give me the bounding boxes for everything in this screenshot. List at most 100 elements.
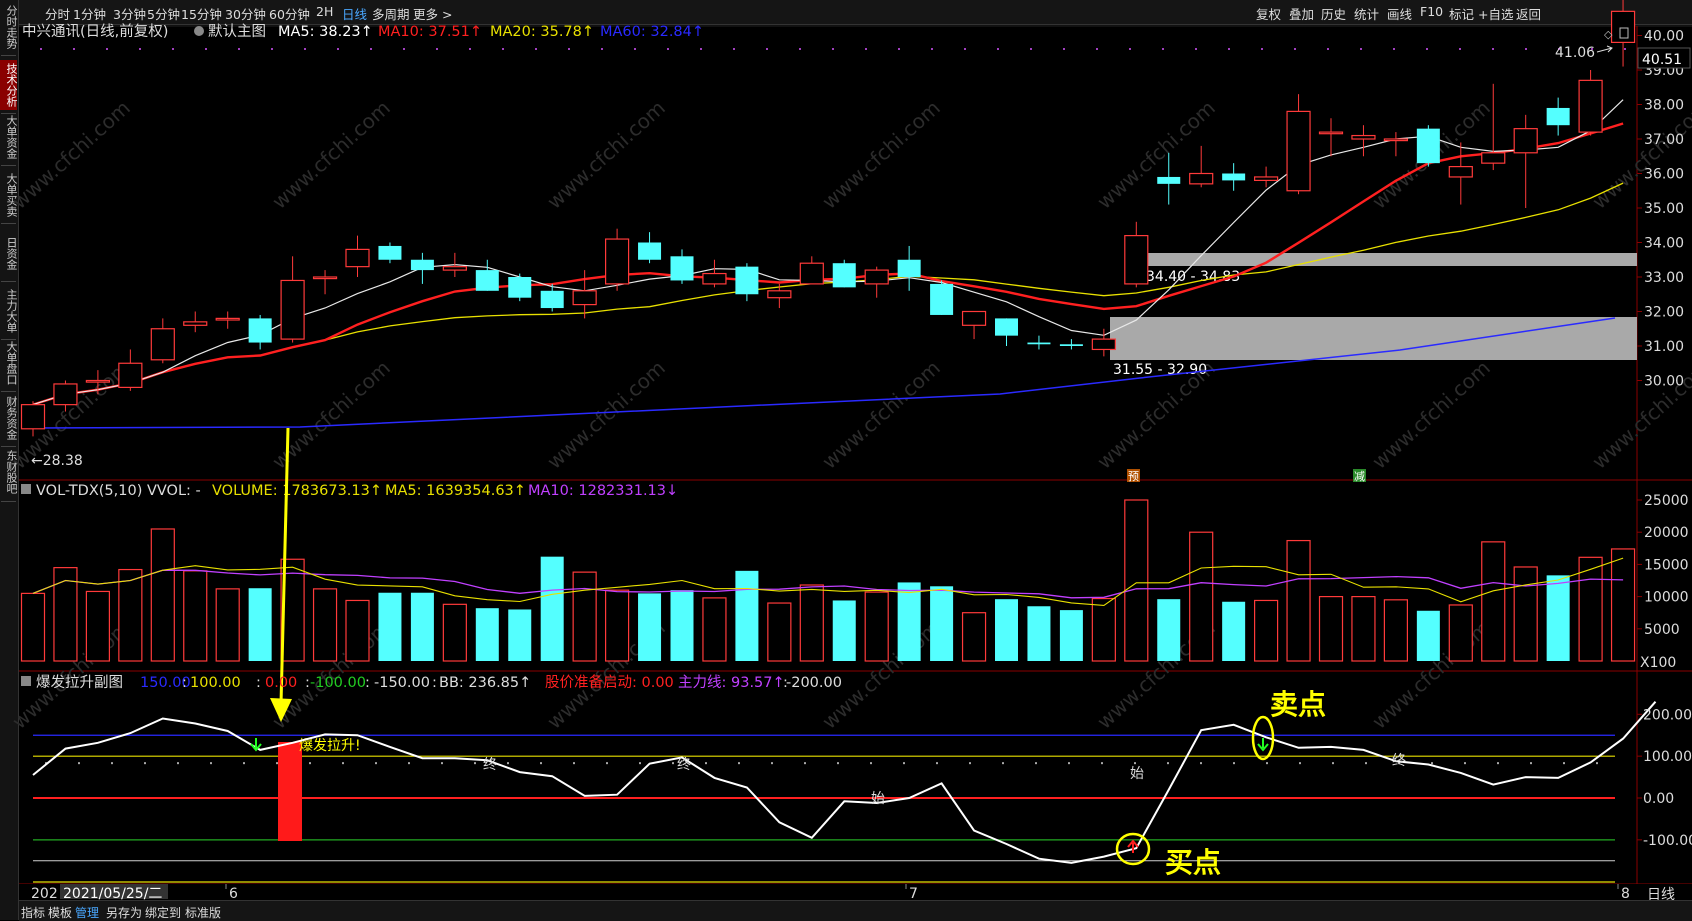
indicator-header-level_0: 0.00 xyxy=(265,675,297,691)
grid-dot xyxy=(964,48,966,50)
grid-dot xyxy=(601,48,603,50)
candle-body-up xyxy=(1318,131,1344,135)
indicator-header-sep: : xyxy=(432,675,437,691)
grid-dot xyxy=(304,48,306,50)
grid-dot xyxy=(1261,48,1263,50)
volume-bar-up xyxy=(442,603,467,662)
grid-dot xyxy=(1426,48,1428,50)
candle-body-down xyxy=(508,277,532,298)
indicator-header-sep: : xyxy=(305,675,310,691)
volume-bar-up xyxy=(604,589,630,662)
indicator-marker-3: 始 xyxy=(1130,766,1144,782)
grid-dot xyxy=(1030,48,1032,50)
grid-dot xyxy=(568,48,570,50)
volume-bar-down xyxy=(897,582,921,661)
price-tick-label: 31.00 xyxy=(1644,339,1684,355)
volume-bar-up xyxy=(1513,566,1538,662)
bottom-item-4[interactable]: 绑定到 xyxy=(145,904,181,921)
grid-dot xyxy=(865,48,867,50)
low-price-label: ←28.38 xyxy=(31,453,83,469)
candle-body-up xyxy=(1253,176,1279,181)
candle-body-up xyxy=(864,269,889,285)
volume-tick-label: 15000 xyxy=(1644,557,1689,573)
indicator-dot xyxy=(177,762,179,765)
candle-body-up xyxy=(183,321,208,326)
grid-dot xyxy=(436,48,438,50)
volume-bar-down xyxy=(1546,575,1570,661)
candle-body-down xyxy=(1157,176,1181,184)
candle-body-up xyxy=(1578,79,1603,133)
grid-dot xyxy=(931,48,933,50)
candle-body-down xyxy=(638,242,662,260)
volume-bar-up xyxy=(1481,541,1506,662)
indicator-dot xyxy=(540,762,542,765)
indicator-marker-0: 终 xyxy=(483,757,497,773)
price-tick-label: 32.00 xyxy=(1644,305,1684,321)
volume-bar-down xyxy=(735,570,759,661)
volume-bar-up xyxy=(1610,548,1636,662)
indicator-dot xyxy=(78,762,80,765)
indicator-dot xyxy=(1167,762,1169,765)
indicator-panel-icon xyxy=(21,676,31,686)
volume-bar-down xyxy=(1059,610,1083,661)
candle-body-up xyxy=(1189,172,1214,185)
volume-bar-down xyxy=(930,586,954,661)
current-price-label: 40.51 xyxy=(1642,52,1682,68)
volume-bar-down xyxy=(1222,601,1246,661)
price-header-ma5: MA5: 38.23↑ xyxy=(278,24,373,40)
volume-bar-up xyxy=(1318,595,1344,662)
bottom-item-3[interactable]: 另存为 xyxy=(106,904,142,921)
candle-body-down xyxy=(930,283,954,315)
indicator-dot xyxy=(309,762,311,765)
bottom-item-0[interactable]: 指标 xyxy=(21,904,45,921)
candle-body-up xyxy=(1124,235,1149,285)
indicator-header-sep: : xyxy=(783,675,788,691)
volume-bar-down xyxy=(378,592,402,661)
bottom-item-1[interactable]: 模板 xyxy=(48,904,72,921)
candle-body-up xyxy=(345,248,370,268)
grid-dot xyxy=(139,48,141,50)
candle-body-up xyxy=(1351,134,1376,140)
volume-bar-up xyxy=(150,528,175,662)
watermark-text: www.cfchi.com xyxy=(817,96,944,214)
indicator-dot xyxy=(375,762,377,765)
indicator-marker-2: 始 xyxy=(871,791,885,807)
price-tick-label: 37.00 xyxy=(1644,132,1684,148)
grid-dot xyxy=(238,48,240,50)
grid-dot xyxy=(1327,48,1329,50)
indicator-dot xyxy=(507,762,509,765)
candle-body-down xyxy=(1222,173,1246,181)
volume-bar-down xyxy=(248,588,272,661)
price-tick-label: 30.00 xyxy=(1644,374,1684,390)
indicator-header-level_m150: -150.00 xyxy=(374,675,430,691)
indicator-tick-label: -100.00 xyxy=(1643,833,1692,849)
grid-dot xyxy=(1393,48,1395,50)
chart-canvas[interactable]: www.cfchi.com www.cfchi.com www.cfchi.com w… xyxy=(0,0,1692,900)
candle-body-up xyxy=(280,279,305,340)
bottom-item-5[interactable]: 标准版 xyxy=(185,904,221,921)
volume-bar-up xyxy=(85,590,111,662)
sell-point-label: 卖点 xyxy=(1270,688,1326,721)
grid-dot xyxy=(634,48,636,50)
grid-dot xyxy=(1459,48,1461,50)
volume-bar-down xyxy=(670,590,694,661)
bottom-item-2[interactable]: 管理 xyxy=(75,904,99,921)
volume-bar-up xyxy=(215,588,240,662)
volume-panel-icon xyxy=(21,484,31,494)
grid-dot xyxy=(337,48,339,50)
volume-tick-label: 5000 xyxy=(1644,622,1680,638)
indicator-dot xyxy=(1365,762,1367,765)
grid-dot xyxy=(469,48,471,50)
price-tick-label: 35.00 xyxy=(1644,201,1684,217)
marker-jian: 减 xyxy=(1354,470,1365,483)
surge-bar xyxy=(278,742,302,841)
indicator-dot xyxy=(1332,762,1334,765)
indicator-dot xyxy=(936,762,938,765)
grid-dot xyxy=(1096,48,1098,50)
candle-body-down xyxy=(1546,107,1570,126)
indicator-dot xyxy=(1068,762,1070,765)
candle-body-up xyxy=(1286,110,1311,192)
grid-dot xyxy=(1129,48,1131,50)
high-arrow-icon xyxy=(1596,45,1613,53)
volume-bar-up xyxy=(1253,599,1279,662)
